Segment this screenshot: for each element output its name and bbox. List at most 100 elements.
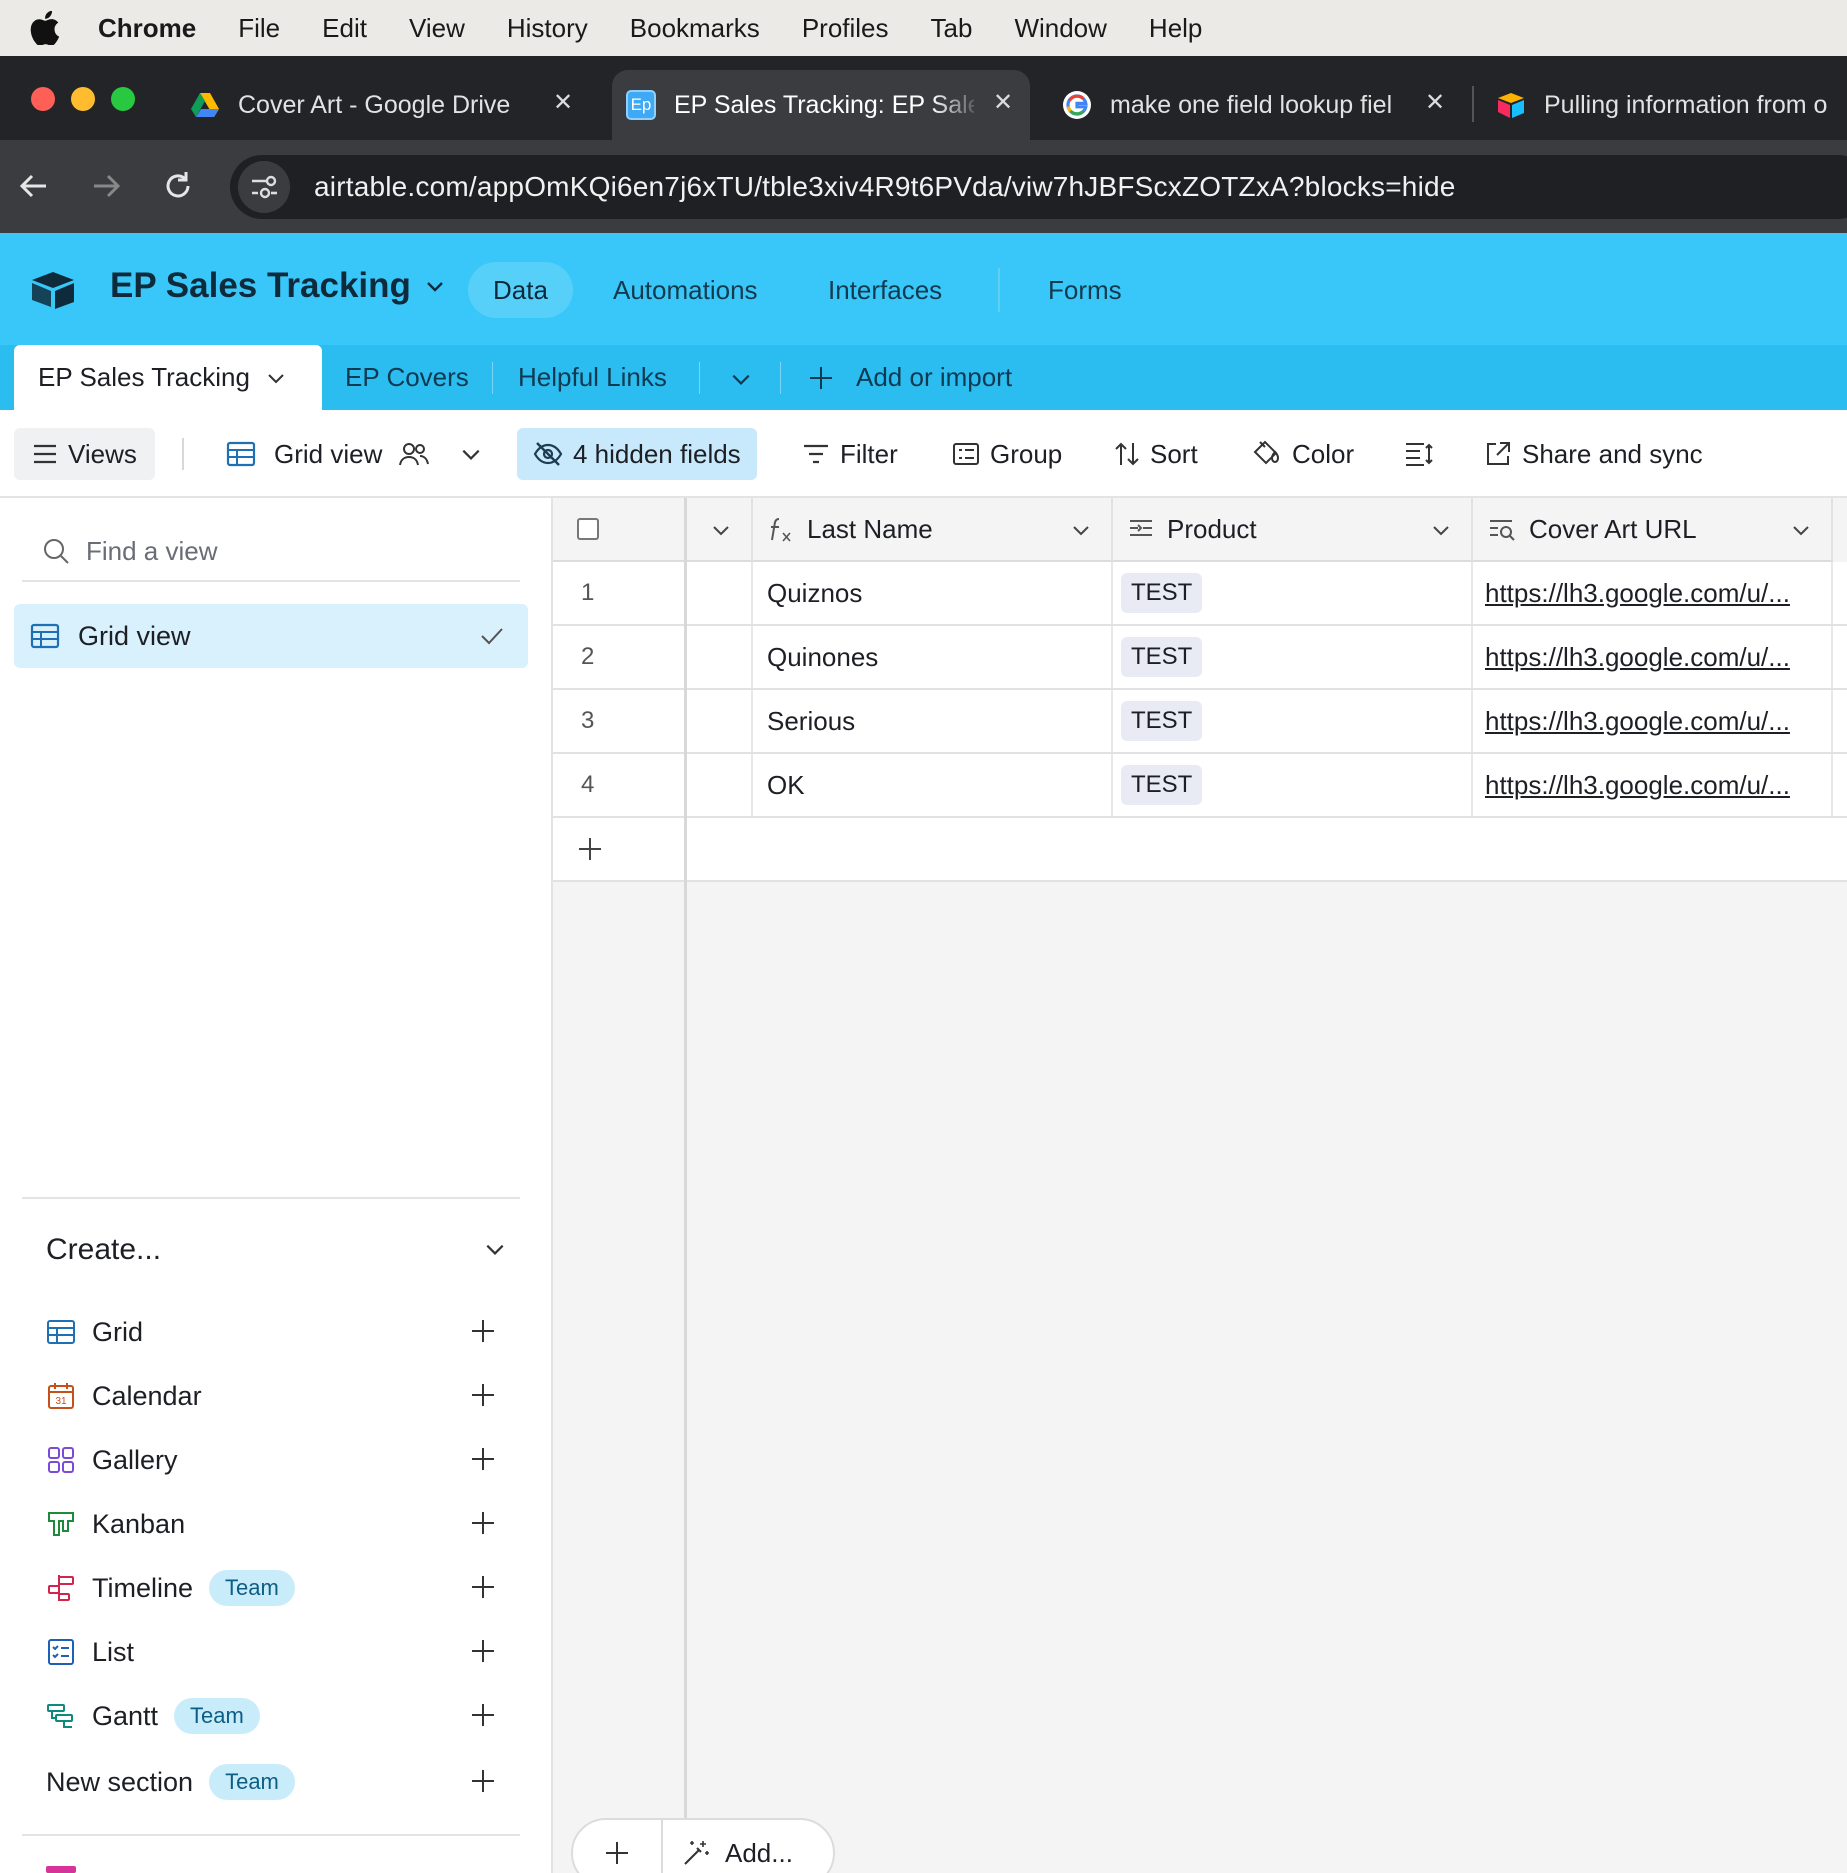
plus-icon[interactable] xyxy=(470,1702,496,1728)
view-switcher-button[interactable]: Grid view xyxy=(226,428,492,480)
browser-tab-airtable-community[interactable]: Pulling information from o xyxy=(1496,70,1847,140)
url-link[interactable]: https://lh3.google.com/u/... xyxy=(1485,642,1790,673)
column-header-last-name[interactable]: Last Name xyxy=(753,498,1113,562)
nav-automations[interactable]: Automations xyxy=(613,262,758,318)
plus-icon[interactable] xyxy=(470,1638,496,1664)
more-tables-chevron-icon[interactable] xyxy=(730,368,752,390)
table-row[interactable]: 1 Quiznos TEST https://lh3.google.com/u/… xyxy=(553,562,1847,626)
menu-window[interactable]: Window xyxy=(1014,13,1106,44)
table-row[interactable]: 2 Quinones TEST https://lh3.google.com/u… xyxy=(553,626,1847,690)
menu-file[interactable]: File xyxy=(238,13,280,44)
create-new-section[interactable]: New section Team xyxy=(46,1760,506,1804)
plus-icon[interactable] xyxy=(470,1382,496,1408)
airtable-logo-icon[interactable] xyxy=(30,270,76,310)
chevron-down-icon[interactable] xyxy=(1791,520,1811,540)
menu-app-name[interactable]: Chrome xyxy=(98,13,196,44)
create-view-section-header[interactable]: Create... xyxy=(46,1230,506,1270)
cell-product[interactable]: TEST xyxy=(1113,754,1473,816)
apple-icon[interactable] xyxy=(30,11,60,45)
address-bar[interactable]: airtable.com/appOmKQi6en7j6xTU/tble3xiv4… xyxy=(230,155,1847,219)
color-button[interactable]: Color xyxy=(1250,428,1354,480)
window-zoom-button[interactable] xyxy=(111,87,135,111)
create-timeline-view[interactable]: Timeline Team xyxy=(46,1566,506,1610)
table-tab-ep-sales-tracking[interactable]: EP Sales Tracking xyxy=(14,345,322,410)
add-record-row[interactable] xyxy=(553,818,1847,882)
select-all-checkbox[interactable] xyxy=(577,518,599,540)
plus-icon[interactable] xyxy=(470,1446,496,1472)
cell-product[interactable]: TEST xyxy=(1113,562,1473,624)
table-tab-helpful-links[interactable]: Helpful Links xyxy=(518,345,667,410)
column-header-cover-art-url[interactable]: Cover Art URL xyxy=(1473,498,1833,562)
cell-cover-art-url[interactable]: https://lh3.google.com/u/... xyxy=(1473,626,1833,688)
plus-icon[interactable] xyxy=(470,1510,496,1536)
chevron-down-icon[interactable] xyxy=(1071,520,1091,540)
site-settings-icon[interactable] xyxy=(238,161,290,213)
forward-icon[interactable] xyxy=(86,166,126,206)
url-link[interactable]: https://lh3.google.com/u/... xyxy=(1485,770,1790,801)
plus-icon[interactable] xyxy=(470,1574,496,1600)
nav-interfaces[interactable]: Interfaces xyxy=(828,262,942,318)
menu-edit[interactable]: Edit xyxy=(322,13,367,44)
close-tab-icon[interactable]: ✕ xyxy=(1420,88,1450,118)
primary-cell[interactable] xyxy=(686,562,753,624)
add-with-ai-button[interactable]: Add... xyxy=(681,1838,793,1869)
url-link[interactable]: https://lh3.google.com/u/... xyxy=(1485,706,1790,737)
frozen-column-divider[interactable] xyxy=(684,498,687,1873)
hidden-fields-button[interactable]: 4 hidden fields xyxy=(517,428,757,480)
share-and-sync-button[interactable]: Share and sync xyxy=(1484,428,1703,480)
menu-history[interactable]: History xyxy=(507,13,588,44)
create-gantt-view[interactable]: Gantt Team xyxy=(46,1694,506,1738)
chevron-down-icon[interactable] xyxy=(266,368,286,388)
create-kanban-view[interactable]: Kanban xyxy=(46,1502,506,1546)
primary-cell[interactable] xyxy=(686,626,753,688)
views-toggle-button[interactable]: Views xyxy=(14,428,155,480)
chevron-down-icon[interactable] xyxy=(711,520,731,540)
filter-button[interactable]: Filter xyxy=(802,428,898,480)
nav-forms[interactable]: Forms xyxy=(1048,262,1122,318)
close-tab-icon[interactable]: ✕ xyxy=(988,88,1018,118)
cell-cover-art-url[interactable]: https://lh3.google.com/u/... xyxy=(1473,562,1833,624)
menu-tab[interactable]: Tab xyxy=(931,13,973,44)
cell-product[interactable]: TEST xyxy=(1113,690,1473,752)
window-close-button[interactable] xyxy=(31,87,55,111)
nav-data[interactable]: Data xyxy=(468,262,573,318)
back-icon[interactable] xyxy=(14,166,54,206)
plus-icon[interactable] xyxy=(470,1768,496,1794)
menu-bookmarks[interactable]: Bookmarks xyxy=(630,13,760,44)
window-minimize-button[interactable] xyxy=(71,87,95,111)
close-tab-icon[interactable]: ✕ xyxy=(548,88,578,118)
table-row[interactable]: 3 Serious TEST https://lh3.google.com/u/… xyxy=(553,690,1847,754)
menu-help[interactable]: Help xyxy=(1149,13,1202,44)
cell-last-name[interactable]: Quiznos xyxy=(753,562,1113,624)
url-text[interactable]: airtable.com/appOmKQi6en7j6xTU/tble3xiv4… xyxy=(314,171,1456,203)
add-record-button[interactable] xyxy=(573,1820,663,1873)
create-list-view[interactable]: List xyxy=(46,1630,506,1674)
url-link[interactable]: https://lh3.google.com/u/... xyxy=(1485,578,1790,609)
create-calendar-view[interactable]: 31 Calendar xyxy=(46,1374,506,1418)
menu-profiles[interactable]: Profiles xyxy=(802,13,889,44)
find-view-search[interactable]: Find a view xyxy=(22,522,520,582)
plus-icon[interactable] xyxy=(577,836,603,862)
column-header-product[interactable]: Product xyxy=(1113,498,1473,562)
add-or-import-button[interactable]: Add or import xyxy=(808,345,1012,410)
chevron-down-icon[interactable] xyxy=(1431,520,1451,540)
create-gallery-view[interactable]: Gallery xyxy=(46,1438,506,1482)
cell-product[interactable]: TEST xyxy=(1113,626,1473,688)
sort-button[interactable]: Sort xyxy=(1114,428,1198,480)
row-height-button[interactable] xyxy=(1404,428,1444,480)
cell-last-name[interactable]: OK xyxy=(753,754,1113,816)
reload-icon[interactable] xyxy=(158,166,198,206)
create-grid-view[interactable]: Grid xyxy=(46,1310,506,1354)
group-button[interactable]: Group xyxy=(952,428,1062,480)
chevron-down-icon[interactable] xyxy=(484,1238,506,1260)
primary-field-header[interactable] xyxy=(686,498,753,562)
browser-tab-google-search[interactable]: make one field lookup fiel ✕ xyxy=(1062,70,1462,140)
menu-view[interactable]: View xyxy=(409,13,465,44)
cell-last-name[interactable]: Quinones xyxy=(753,626,1113,688)
cell-cover-art-url[interactable]: https://lh3.google.com/u/... xyxy=(1473,754,1833,816)
cell-cover-art-url[interactable]: https://lh3.google.com/u/... xyxy=(1473,690,1833,752)
browser-tab-google-drive[interactable]: Cover Art - Google Drive ✕ xyxy=(190,70,590,140)
table-tab-ep-covers[interactable]: EP Covers xyxy=(345,345,469,410)
primary-cell[interactable] xyxy=(686,690,753,752)
table-row[interactable]: 4 OK TEST https://lh3.google.com/u/... xyxy=(553,754,1847,818)
